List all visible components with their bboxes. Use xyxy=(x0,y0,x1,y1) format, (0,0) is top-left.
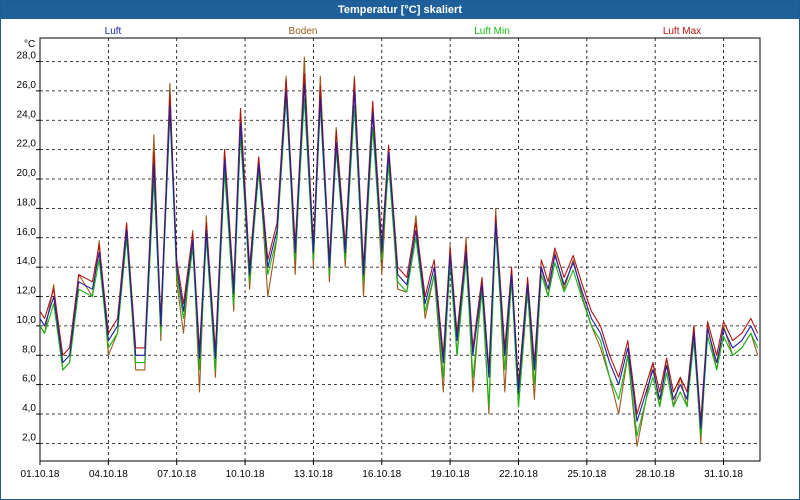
x-tick-label: 25.10.18 xyxy=(567,469,606,480)
x-tick-label: 19.10.18 xyxy=(431,469,470,480)
y-tick-label: 16,0 xyxy=(17,227,37,238)
x-tick-label: 22.10.18 xyxy=(499,469,538,480)
y-tick-label: 8,0 xyxy=(22,344,36,355)
y-tick-label: 10,0 xyxy=(17,315,37,326)
y-tick-label: 14,0 xyxy=(17,256,37,267)
legend-luft-max: Luft Max xyxy=(663,26,701,37)
series-line-luft-max xyxy=(39,72,759,422)
legend: Luft Boden Luft Min Luft Max xyxy=(105,26,702,37)
y-axis-label: °C xyxy=(24,39,35,50)
x-axis: 01.10.18 04.10.18 07.10.18 10.10.18 13.10.18… xyxy=(21,461,743,480)
series-line-luft-min xyxy=(39,97,759,437)
x-tick-label: 07.10.18 xyxy=(157,469,196,480)
legend-boden: Boden xyxy=(289,26,318,37)
x-tick-label: 28.10.18 xyxy=(636,469,675,480)
y-tick-label: 20,0 xyxy=(17,168,37,179)
x-tick-label: 13.10.18 xyxy=(294,469,333,480)
x-tick-label: 10.10.18 xyxy=(226,469,265,480)
y-tick-label: 2,0 xyxy=(22,432,36,443)
series-lines xyxy=(39,56,759,447)
y-tick-label: 28,0 xyxy=(17,51,37,62)
x-tick-label: 31.10.18 xyxy=(704,469,743,480)
x-tick-label: 04.10.18 xyxy=(89,469,128,480)
y-tick-label: 6,0 xyxy=(22,374,36,385)
legend-luft: Luft xyxy=(105,26,122,37)
y-axis: 2,0 4,0 6,0 8,0 10,0 12,0 14,0 16,0 18,0 20,0 22,0… xyxy=(17,51,40,444)
plot-frame xyxy=(39,37,761,462)
x-tick-label: 16.10.18 xyxy=(362,469,401,480)
x-tick-label: 01.10.18 xyxy=(21,469,60,480)
y-tick-label: 24,0 xyxy=(17,109,37,120)
y-tick-label: 18,0 xyxy=(17,197,37,208)
y-tick-label: 26,0 xyxy=(17,80,37,91)
temperature-chart: °C 2,04,06,08,010,012,014,016,018,020,02… xyxy=(17,26,761,480)
y-tick-label: 4,0 xyxy=(22,403,36,414)
legend-luft-min: Luft Min xyxy=(474,26,510,37)
y-tick-label: 22,0 xyxy=(17,139,37,150)
grid xyxy=(39,38,760,461)
y-tick-label: 12,0 xyxy=(17,286,37,297)
